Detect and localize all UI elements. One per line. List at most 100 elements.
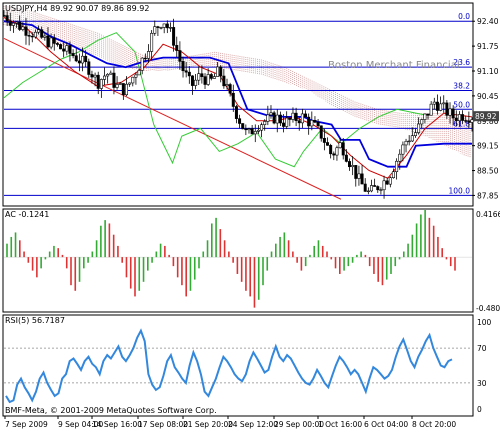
candle-body xyxy=(74,55,78,62)
candle-body xyxy=(175,45,179,51)
rsi-tick-label: 70 xyxy=(477,344,487,353)
candle-body xyxy=(275,114,279,124)
candle-body xyxy=(435,101,439,111)
candle-body xyxy=(181,61,185,72)
candle-body xyxy=(439,103,443,111)
candle-body xyxy=(55,43,59,45)
candle-body xyxy=(153,26,157,34)
candle-body xyxy=(376,186,380,191)
candle-body xyxy=(379,189,383,191)
candle-body xyxy=(115,84,119,88)
candle-body xyxy=(329,145,333,155)
candle-body xyxy=(15,21,19,24)
candle-body xyxy=(297,120,301,124)
candle-body xyxy=(363,183,367,192)
candle-body xyxy=(338,142,342,149)
y-tick-label: 87.85 xyxy=(477,191,499,200)
candle-body xyxy=(282,122,286,127)
x-tick-label: 24 Sep 12:00 xyxy=(228,420,278,429)
candle-body xyxy=(335,147,339,156)
candle-body xyxy=(46,35,50,48)
candle-body xyxy=(464,120,468,122)
candle-body xyxy=(40,29,44,38)
x-tick-label: 6 Oct 04:00 xyxy=(364,420,408,429)
candle-body xyxy=(168,27,172,29)
candle-body xyxy=(77,60,81,64)
candle-body xyxy=(442,102,446,105)
candle-body xyxy=(118,83,122,85)
candle-body xyxy=(231,92,235,107)
x-tick-label: 14 Sep 16:00 xyxy=(92,420,142,429)
candle-body xyxy=(445,102,449,116)
y-tick-label: 92.40 xyxy=(477,17,499,26)
y-tick-label: 90.45 xyxy=(477,92,499,101)
candle-body xyxy=(33,31,37,38)
candle-body xyxy=(162,23,166,28)
candle-body xyxy=(272,112,276,124)
candle-body xyxy=(81,55,85,64)
candle-body xyxy=(140,57,144,71)
candle-body xyxy=(407,140,411,143)
rsi-tick-label: 0 xyxy=(477,405,482,414)
candle-body xyxy=(137,70,141,76)
candle-body xyxy=(131,76,135,84)
candle-body xyxy=(285,117,289,127)
candle-body xyxy=(319,125,323,139)
candle-body xyxy=(96,74,100,89)
candle-body xyxy=(278,114,282,124)
candle-body xyxy=(172,27,176,46)
candle-body xyxy=(432,101,436,105)
candle-body xyxy=(244,128,248,131)
candle-body xyxy=(351,165,355,168)
candle-body xyxy=(357,173,361,179)
copyright-text: BMF-Meta, © 2001-2009 MetaQuotes Softwar… xyxy=(5,406,217,415)
candle-body xyxy=(401,144,405,155)
chart-canvas: 0.023.638.250.061.8100.092.4091.7591.109… xyxy=(0,0,500,429)
candle-body xyxy=(426,113,430,116)
candle-body xyxy=(71,53,75,57)
candle-body xyxy=(99,79,103,89)
candle-body xyxy=(112,72,116,88)
candle-body xyxy=(341,142,345,156)
candle-body xyxy=(43,35,47,38)
candle-body xyxy=(288,117,292,120)
candle-body xyxy=(165,23,169,29)
candle-body xyxy=(250,128,254,135)
candle-body xyxy=(225,84,229,87)
candle-body xyxy=(382,180,386,191)
candle-body xyxy=(291,112,295,120)
candle-body xyxy=(423,113,427,120)
x-tick-label: 17 Sep 08:00 xyxy=(138,420,188,429)
candle-body xyxy=(103,75,107,80)
candle-body xyxy=(247,128,251,131)
candle-body xyxy=(59,44,63,50)
candle-body xyxy=(106,74,110,77)
candle-body xyxy=(37,29,41,33)
candle-body xyxy=(150,32,154,52)
x-tick-label: 21 Sep 20:00 xyxy=(183,420,233,429)
candle-body xyxy=(87,61,91,75)
candle-body xyxy=(461,114,465,121)
y-tick-label: 91.75 xyxy=(477,42,499,51)
candle-body xyxy=(266,114,270,122)
candle-body xyxy=(159,27,163,29)
candle-body xyxy=(470,119,474,123)
current-price-label: 89.92 xyxy=(475,112,497,121)
x-tick-label: 7 Sep 2009 xyxy=(5,420,48,429)
candle-body xyxy=(187,71,191,77)
candle-body xyxy=(269,112,273,116)
candle-body xyxy=(209,74,213,79)
candle-body xyxy=(366,190,370,193)
candle-body xyxy=(2,15,6,17)
x-tick-label: 8 Oct 20:00 xyxy=(412,420,456,429)
ac-min-label: -0.4806 xyxy=(476,304,500,313)
candle-body xyxy=(212,76,216,79)
candle-body xyxy=(203,76,207,85)
candle-body xyxy=(184,70,188,73)
candle-body xyxy=(219,66,223,77)
rsi-tick-label: 100 xyxy=(477,318,492,327)
candle-body xyxy=(128,82,132,85)
candle-body xyxy=(194,79,198,86)
ac-max-label: 0.4166 xyxy=(476,210,500,219)
candle-body xyxy=(294,112,298,121)
